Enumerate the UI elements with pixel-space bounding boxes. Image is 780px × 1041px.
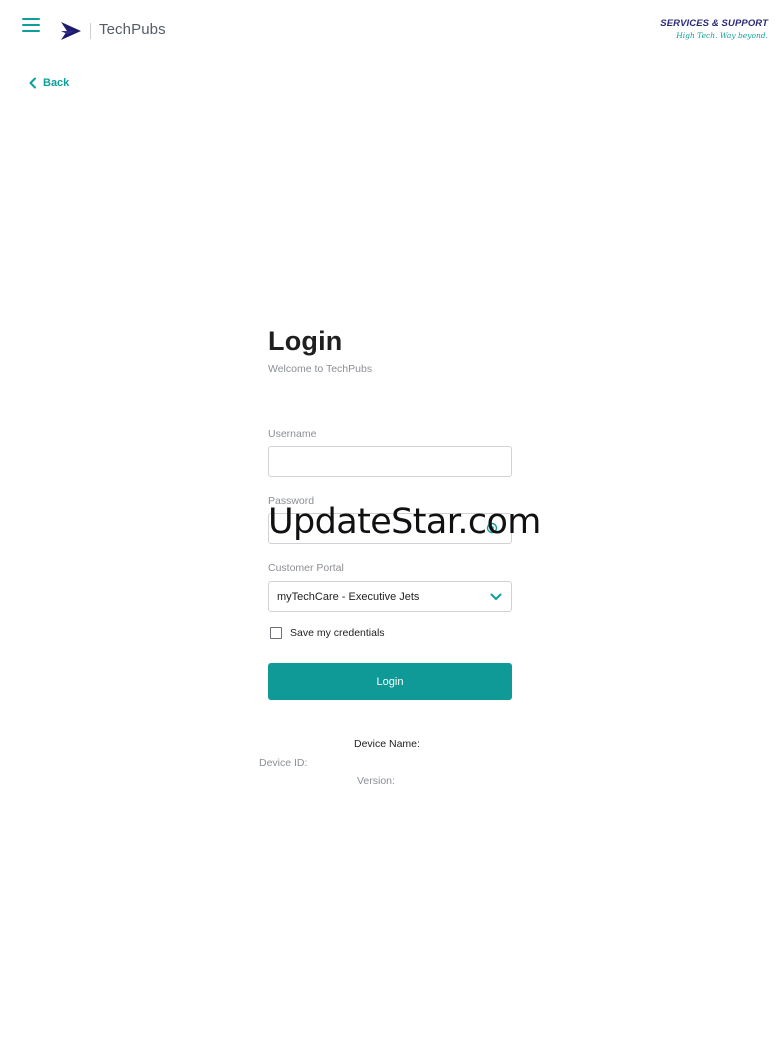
- login-screen: TechPubs SERVICES & SUPPORT High Tech. W…: [0, 0, 780, 1041]
- version-label: Version:: [357, 775, 395, 787]
- username-input[interactable]: [268, 446, 512, 477]
- save-credentials-row[interactable]: Save my credentials: [270, 627, 385, 639]
- back-label: Back: [43, 77, 70, 89]
- page-title: Login: [268, 326, 343, 356]
- login-form-header: Login Welcome to TechPubs: [268, 326, 512, 375]
- services-support-tagline: High Tech. Way beyond.: [676, 31, 768, 40]
- eye-icon[interactable]: [486, 522, 498, 534]
- customer-portal-select[interactable]: myTechCare - Executive Jets: [268, 581, 512, 612]
- password-label: Password: [268, 495, 315, 507]
- customer-portal-value: myTechCare - Executive Jets: [277, 590, 420, 603]
- hamburger-menu-icon[interactable]: [22, 17, 40, 33]
- customer-portal-label: Customer Portal: [268, 562, 344, 574]
- password-input[interactable]: [268, 513, 512, 544]
- chevron-left-icon: [29, 77, 36, 89]
- header-divider: [90, 23, 91, 39]
- back-button[interactable]: Back: [26, 75, 69, 91]
- username-label: Username: [268, 428, 317, 440]
- save-credentials-label: Save my credentials: [290, 627, 385, 639]
- device-name-label: Device Name:: [354, 738, 420, 750]
- brand-logo-icon: [61, 22, 81, 40]
- services-support-title: SERVICES & SUPPORT: [660, 18, 768, 29]
- device-id-label: Device ID:: [259, 757, 308, 769]
- app-name: TechPubs: [99, 21, 166, 38]
- app-header: TechPubs SERVICES & SUPPORT High Tech. W…: [0, 0, 780, 60]
- login-button[interactable]: Login: [268, 663, 512, 700]
- save-credentials-checkbox[interactable]: [270, 627, 282, 639]
- chevron-down-icon: [490, 593, 502, 600]
- services-support-logo: SERVICES & SUPPORT High Tech. Way beyond…: [658, 18, 768, 46]
- page-subtitle: Welcome to TechPubs: [268, 363, 373, 375]
